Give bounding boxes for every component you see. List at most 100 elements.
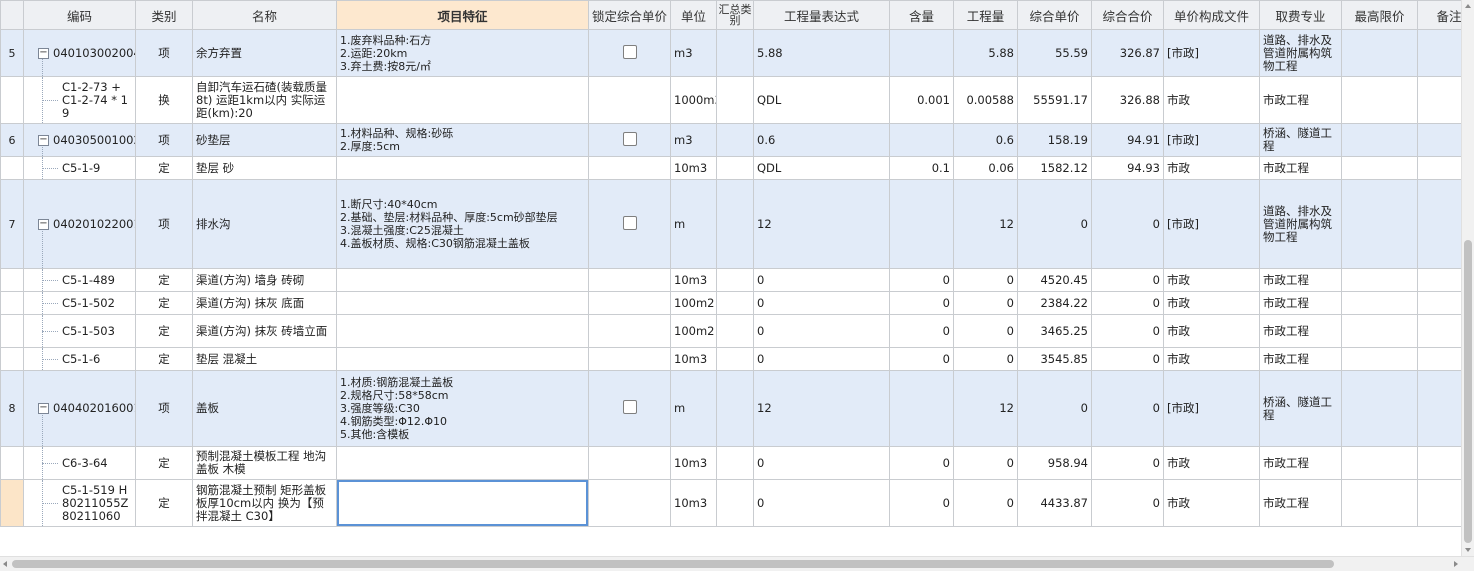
qty-cell[interactable]: 0 [953, 314, 1018, 348]
remark-cell[interactable] [1417, 268, 1462, 292]
price-file-cell[interactable]: 市政 [1163, 479, 1260, 527]
max-price-cell[interactable] [1341, 370, 1418, 447]
content-cell[interactable] [889, 179, 954, 269]
lock-price-cell[interactable] [588, 370, 671, 447]
type-cell[interactable]: 定 [135, 314, 193, 348]
scroll-left-arrow-icon[interactable] [3, 561, 7, 567]
name-cell[interactable]: 渠道(方沟) 抹灰 底面 [192, 291, 337, 315]
lock-price-cell[interactable] [588, 268, 671, 292]
scroll-down-arrow-icon[interactable] [1465, 548, 1471, 552]
row-number[interactable] [0, 268, 24, 292]
horizontal-scroll-thumb[interactable] [12, 560, 1334, 568]
lock-price-checkbox[interactable] [622, 400, 637, 414]
header-type[interactable]: 类别 [135, 0, 193, 30]
row-number[interactable] [0, 347, 24, 371]
qty-expr-cell[interactable]: 0 [753, 446, 890, 480]
remark-cell[interactable] [1417, 29, 1462, 77]
qty-expr-cell[interactable]: 12 [753, 179, 890, 269]
fee-spec-cell[interactable]: 桥涵、隧道工程 [1259, 370, 1342, 447]
price-file-cell[interactable]: 市政 [1163, 156, 1260, 180]
qty-expr-cell[interactable]: QDL [753, 156, 890, 180]
remark-cell[interactable] [1417, 479, 1462, 527]
row-number[interactable]: 5 [0, 29, 24, 77]
header-feature[interactable]: 项目特征 [336, 0, 589, 30]
collapse-toggle-icon[interactable]: − [38, 218, 49, 230]
lock-price-cell[interactable] [588, 291, 671, 315]
lock-price-cell[interactable] [588, 314, 671, 348]
max-price-cell[interactable] [1341, 446, 1418, 480]
total-price-cell[interactable]: 0 [1091, 179, 1164, 269]
unit-price-cell[interactable]: 55.59 [1017, 29, 1092, 77]
fee-spec-cell[interactable]: 市政工程 [1259, 314, 1342, 348]
max-price-cell[interactable] [1341, 291, 1418, 315]
collapse-toggle-icon[interactable]: − [38, 403, 49, 414]
unit-price-cell[interactable]: 0 [1017, 179, 1092, 269]
row-number[interactable] [0, 314, 24, 348]
unit-cell[interactable]: m3 [670, 29, 717, 77]
content-cell[interactable]: 0 [889, 314, 954, 348]
type-cell[interactable]: 定 [135, 291, 193, 315]
code-cell[interactable]: C5-1-6 [23, 347, 136, 371]
max-price-cell[interactable] [1341, 179, 1418, 269]
total-price-cell[interactable]: 94.93 [1091, 156, 1164, 180]
remark-cell[interactable] [1417, 76, 1462, 124]
qty-expr-cell[interactable]: 0 [753, 291, 890, 315]
quota-row[interactable]: C5-1-6 定垫层 混凝土 10m3 0 0 0 3545.85 0 市政 市政工程 [0, 347, 1462, 371]
lock-price-cell[interactable] [588, 347, 671, 371]
total-price-cell[interactable]: 0 [1091, 268, 1164, 292]
name-cell[interactable]: 排水沟 [192, 179, 337, 269]
content-cell[interactable] [889, 123, 954, 157]
max-price-cell[interactable] [1341, 479, 1418, 527]
unit-cell[interactable]: 100m2 [670, 291, 717, 315]
unit-cell[interactable]: 10m3 [670, 156, 717, 180]
header-content[interactable]: 含量 [889, 0, 954, 30]
lock-price-cell[interactable] [588, 76, 671, 124]
feature-cell[interactable]: 1.材质:钢筋混凝土盖板 2.规格尺寸:58*58cm 3.强度等级:C30 4… [336, 370, 589, 447]
header-unit-price[interactable]: 综合单价 [1017, 0, 1092, 30]
qty-expr-cell[interactable]: 5.88 [753, 29, 890, 77]
name-cell[interactable]: 垫层 混凝土 [192, 347, 337, 371]
unit-price-cell[interactable]: 2384.22 [1017, 291, 1092, 315]
price-file-cell[interactable]: 市政 [1163, 347, 1260, 371]
type-cell[interactable]: 换 [135, 76, 193, 124]
qty-cell[interactable]: 0 [953, 446, 1018, 480]
summary-type-cell[interactable] [716, 291, 754, 315]
qty-expr-cell[interactable]: 0 [753, 314, 890, 348]
row-number[interactable]: 6 [0, 123, 24, 157]
unit-price-cell[interactable]: 158.19 [1017, 123, 1092, 157]
code-cell[interactable]: −040201022001 [23, 179, 136, 269]
feature-cell[interactable] [336, 156, 589, 180]
quota-row[interactable]: C5-1-519 H80211055Z 80211060 定钢筋混凝土预制 矩形盖… [0, 479, 1462, 527]
fee-spec-cell[interactable]: 市政工程 [1259, 268, 1342, 292]
header-qty-expr[interactable]: 工程量表达式 [753, 0, 890, 30]
qty-cell[interactable]: 5.88 [953, 29, 1018, 77]
unit-cell[interactable]: 100m2 [670, 314, 717, 348]
unit-price-cell[interactable]: 3465.25 [1017, 314, 1092, 348]
feature-cell[interactable]: 1.废弃料品种:石方 2.运距:20km 3.弃土费:按8元/㎡ [336, 29, 589, 77]
remark-cell[interactable] [1417, 347, 1462, 371]
content-cell[interactable]: 0 [889, 291, 954, 315]
content-cell[interactable] [889, 370, 954, 447]
feature-cell[interactable]: 1.材料品种、规格:砂砾 2.厚度:5cm [336, 123, 589, 157]
bill-item-row[interactable]: 7−040201022001 项排水沟 1.断尺寸:40*40cm 2.基础、垫层:… [0, 179, 1462, 269]
price-file-cell[interactable]: [市政] [1163, 370, 1260, 447]
header-unit[interactable]: 单位 [670, 0, 717, 30]
fee-spec-cell[interactable]: 道路、排水及管道附属构筑物工程 [1259, 29, 1342, 77]
total-price-cell[interactable]: 0 [1091, 479, 1164, 527]
quota-row[interactable]: C5-1-502 定渠道(方沟) 抹灰 底面 100m2 0 0 0 2384.22 0 市政市… [0, 291, 1462, 315]
unit-price-cell[interactable]: 55591.17 [1017, 76, 1092, 124]
type-cell[interactable]: 项 [135, 29, 193, 77]
fee-spec-cell[interactable]: 道路、排水及管道附属构筑物工程 [1259, 179, 1342, 269]
header-total-price[interactable]: 综合合价 [1091, 0, 1164, 30]
price-file-cell[interactable]: 市政 [1163, 291, 1260, 315]
content-cell[interactable]: 0 [889, 479, 954, 527]
bill-item-row[interactable]: 6−040305001002 项砂垫层 1.材料品种、规格:砂砾 2.厚度:5cm m… [0, 123, 1462, 157]
row-number[interactable] [0, 446, 24, 480]
unit-price-cell[interactable]: 3545.85 [1017, 347, 1092, 371]
max-price-cell[interactable] [1341, 314, 1418, 348]
summary-type-cell[interactable] [716, 76, 754, 124]
summary-type-cell[interactable] [716, 479, 754, 527]
unit-cell[interactable]: m3 [670, 123, 717, 157]
horizontal-scrollbar[interactable] [0, 556, 1474, 571]
price-file-cell[interactable]: [市政] [1163, 29, 1260, 77]
